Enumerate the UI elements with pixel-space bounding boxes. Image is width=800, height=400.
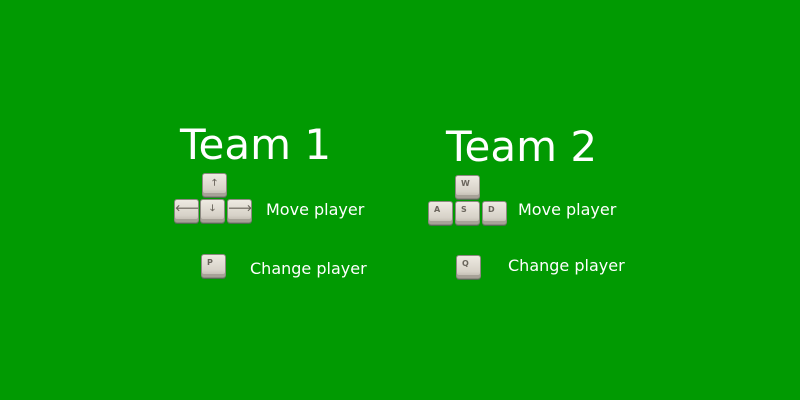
w-key-icon: W bbox=[455, 175, 480, 199]
arrow-up-key-icon: 🡑 bbox=[202, 173, 227, 197]
arrow-down-key-icon: 🡓 bbox=[200, 199, 225, 223]
team-1-title: Team 1 bbox=[180, 120, 332, 169]
team-1-move-label: Move player bbox=[266, 200, 365, 219]
p-key-icon: P bbox=[201, 254, 226, 278]
arrow-right-key-icon: 🡒 bbox=[227, 199, 252, 223]
arrow-left-key-icon: 🡐 bbox=[174, 199, 199, 223]
team-2-title: Team 2 bbox=[446, 122, 598, 171]
s-key-icon: S bbox=[455, 201, 480, 225]
team-2-change-label: Change player bbox=[508, 256, 625, 275]
a-key-icon: A bbox=[428, 201, 453, 225]
team-1-change-label: Change player bbox=[250, 259, 367, 278]
q-key-icon: Q bbox=[456, 255, 481, 279]
d-key-icon: D bbox=[482, 201, 507, 225]
team-2-move-label: Move player bbox=[518, 200, 617, 219]
